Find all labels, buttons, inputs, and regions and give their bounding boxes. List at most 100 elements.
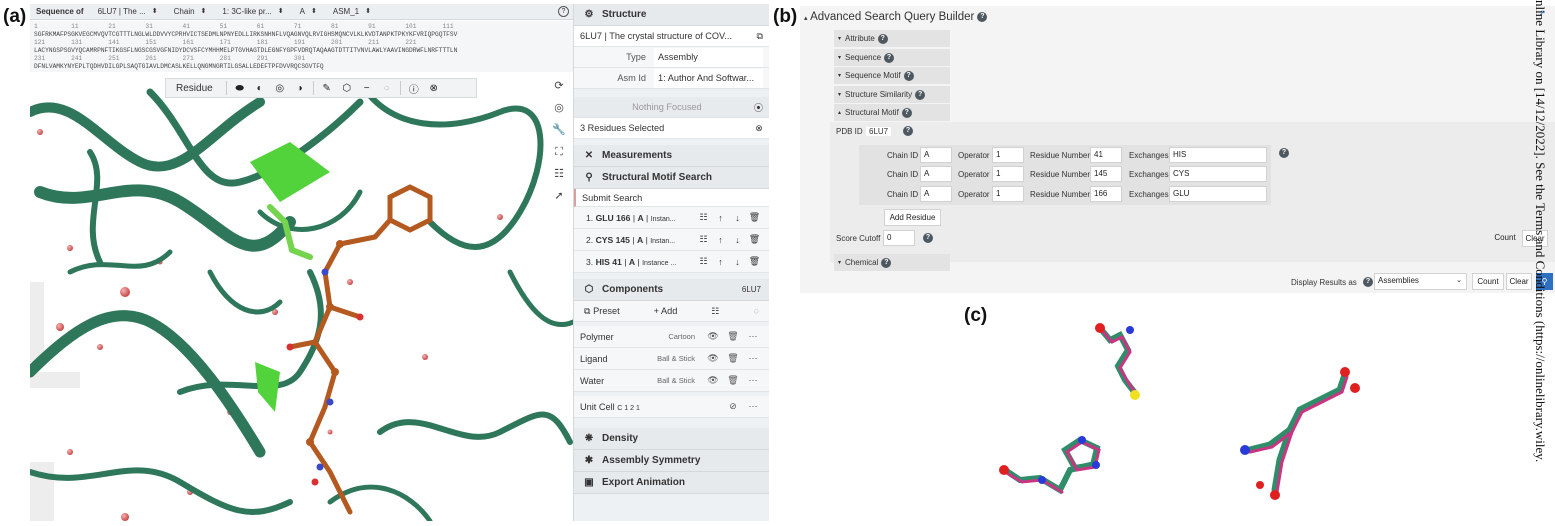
help-icon[interactable]: ? bbox=[923, 233, 933, 243]
section-attribute[interactable]: ▾ Attribute? bbox=[834, 30, 950, 47]
chain-id-input[interactable]: A bbox=[920, 166, 952, 182]
chain-mode-select[interactable]: Chain ⬍ bbox=[166, 7, 215, 16]
select-set-icon[interactable]: ◑ bbox=[290, 79, 310, 97]
section-sequence-motif[interactable]: ▾ Sequence Motif? bbox=[834, 67, 950, 84]
minus-icon[interactable]: − bbox=[357, 79, 377, 97]
brush-icon[interactable]: ✎ bbox=[317, 79, 337, 97]
eye-off-icon[interactable]: ⊘ bbox=[723, 401, 743, 412]
section-structural-motif[interactable]: ▴ Structural Motif? bbox=[834, 104, 950, 121]
help-icon[interactable]: ? bbox=[1363, 277, 1373, 287]
fullscreen-icon[interactable]: ⛶ bbox=[555, 144, 563, 160]
reset-camera-icon[interactable]: ⟳ bbox=[554, 78, 563, 94]
type-select[interactable]: Assembly bbox=[654, 47, 763, 67]
export-animation-header[interactable]: ▣ Export Animation bbox=[574, 472, 769, 494]
component-row[interactable]: Water Ball & Stick 👁 🗑 ⋯ bbox=[574, 370, 769, 392]
chain-select[interactable]: A ⬍ bbox=[292, 7, 325, 16]
copy-icon[interactable]: ⧉ bbox=[756, 31, 763, 42]
chain-id-input[interactable]: A bbox=[920, 147, 952, 163]
operator-input[interactable]: 1 bbox=[992, 147, 1024, 163]
chain-id-input[interactable]: A bbox=[920, 186, 952, 202]
motif-search-header[interactable]: ⚲ Structural Motif Search bbox=[574, 167, 769, 189]
arrow-up-icon[interactable]: ↑ bbox=[712, 257, 729, 267]
component-row[interactable]: Ligand Ball & Stick 👁 🗑 ⋯ bbox=[574, 348, 769, 370]
sliders-icon[interactable]: ☷ bbox=[695, 212, 712, 223]
sliders-icon[interactable]: ☷ bbox=[695, 234, 712, 245]
trash-icon[interactable]: 🗑 bbox=[723, 375, 743, 386]
assembly-symmetry-header[interactable]: ✱ Assembly Symmetry bbox=[574, 450, 769, 472]
trash-icon[interactable]: 🗑 bbox=[746, 212, 763, 223]
structure-header[interactable]: ⚙ Structure bbox=[574, 4, 769, 26]
help-icon[interactable]: ⓘ bbox=[404, 79, 424, 97]
sequence-panel[interactable]: 1 11 21 31 41 51 61 71 81 91 101 111 SGFR… bbox=[30, 21, 573, 73]
select-subtract-icon[interactable]: ◐ bbox=[250, 79, 270, 97]
trash-icon[interactable]: 🗑 bbox=[723, 353, 743, 364]
help-icon[interactable]: ? bbox=[903, 126, 913, 136]
component-row[interactable]: Polymer Cartoon 👁 🗑 ⋯ bbox=[574, 326, 769, 348]
help-icon[interactable]: ? bbox=[977, 11, 988, 22]
arrow-down-icon[interactable]: ↓ bbox=[729, 235, 746, 245]
add-residue-button[interactable]: Add Residue bbox=[884, 209, 941, 226]
clear-selection-icon[interactable]: ⊗ bbox=[755, 123, 763, 134]
arrow-down-icon[interactable]: ↓ bbox=[729, 213, 746, 223]
exchanges-input[interactable]: GLU bbox=[1169, 186, 1267, 202]
help-icon[interactable]: ? bbox=[1279, 148, 1289, 158]
eye-icon[interactable]: 👁 bbox=[703, 375, 723, 386]
score-cutoff-input[interactable]: 0 bbox=[883, 230, 915, 246]
motif-residue-row[interactable]: 3. HIS 41 | A | Instance ... ☷ ↑ ↓ 🗑 bbox=[574, 251, 769, 273]
entry-row[interactable]: 6LU7 | The crystal structure of COV... ⧉ bbox=[574, 26, 769, 47]
pdb-id-input[interactable]: 6LU7 bbox=[866, 127, 892, 136]
trash-icon[interactable]: 🗑 bbox=[746, 234, 763, 245]
focus-target-icon[interactable]: ◎ bbox=[554, 100, 564, 116]
assembly-select[interactable]: ASM_1 ⬍ bbox=[325, 7, 379, 16]
submit-search-button[interactable]: Submit Search bbox=[574, 189, 769, 207]
exchanges-input[interactable]: CYS bbox=[1169, 166, 1267, 182]
close-icon[interactable]: ⊗ bbox=[424, 79, 444, 97]
display-results-select[interactable]: Assemblies ⌄ bbox=[1374, 273, 1467, 290]
section-structure-similarity[interactable]: ▾ Structure Similarity? bbox=[834, 86, 950, 103]
unit-cell-row[interactable]: Unit Cell C 1 2 1 ⊘ ⋯ bbox=[574, 396, 769, 418]
3d-canvas[interactable] bbox=[30, 72, 573, 521]
settings-sliders-icon[interactable]: ☷ bbox=[554, 166, 564, 182]
motif-residue-row[interactable]: 2. CYS 145 | A | Instan... ☷ ↑ ↓ 🗑 bbox=[574, 229, 769, 251]
sliders-icon[interactable]: ☷ bbox=[711, 306, 719, 317]
residue-number-input[interactable]: 145 bbox=[1090, 166, 1122, 182]
arrow-down-icon[interactable]: ↓ bbox=[729, 257, 746, 267]
more-icon[interactable]: ⋯ bbox=[743, 375, 763, 386]
sequence-line-3[interactable]: DFNLVAMKYNYEPLTQDHVDILGPLSAQTGIAVLDMCASL… bbox=[34, 63, 569, 71]
motif-residue-row[interactable]: 1. GLU 166 | A | Instan... ☷ ↑ ↓ 🗑 bbox=[574, 207, 769, 229]
residue-number-input[interactable]: 166 bbox=[1090, 186, 1122, 202]
entity-select[interactable]: 1: 3C-like pr... ⬍ bbox=[214, 7, 291, 16]
help-icon[interactable]: ? bbox=[881, 257, 892, 268]
cursor-icon[interactable]: ➚ bbox=[554, 188, 563, 204]
select-intersect-icon[interactable]: ◎ bbox=[270, 79, 290, 97]
eye-icon[interactable]: 👁 bbox=[703, 353, 723, 364]
more-icon[interactable]: ⋯ bbox=[743, 353, 763, 364]
help-icon[interactable]: ? bbox=[884, 52, 895, 63]
sequence-help-icon[interactable]: ? bbox=[558, 6, 569, 17]
query-builder-title[interactable]: ▴ Advanced Search Query Builder? bbox=[804, 11, 988, 23]
select-union-icon[interactable]: ⬬ bbox=[230, 79, 250, 97]
operator-input[interactable]: 1 bbox=[992, 186, 1024, 202]
density-header[interactable]: ❋ Density bbox=[574, 428, 769, 450]
help-icon[interactable]: ? bbox=[903, 70, 914, 81]
sequence-line-2[interactable]: LACYNGSPSGVYQCAMRPNFTIKGSFLNGSCGSVGFNIDY… bbox=[34, 47, 569, 55]
help-icon[interactable]: ? bbox=[915, 89, 926, 100]
count-button[interactable]: Count bbox=[1472, 273, 1504, 290]
arrow-up-icon[interactable]: ↑ bbox=[712, 235, 729, 245]
more-icon[interactable]: ⋯ bbox=[743, 331, 763, 342]
help-icon[interactable]: ? bbox=[877, 33, 888, 44]
trash-icon[interactable]: 🗑 bbox=[746, 256, 763, 267]
section-chemical[interactable]: ▾ Chemical? bbox=[834, 254, 950, 271]
components-header[interactable]: ⬡ Components 6LU7 bbox=[574, 279, 769, 301]
entry-select[interactable]: 6LU7 | The ... ⬍ bbox=[90, 7, 166, 16]
focus-icon[interactable]: ⦿ bbox=[754, 100, 763, 114]
motif-count-button[interactable]: Count bbox=[1488, 230, 1522, 247]
operator-input[interactable]: 1 bbox=[992, 166, 1024, 182]
measurements-header[interactable]: ✕ Measurements bbox=[574, 145, 769, 167]
wrench-icon[interactable]: 🔧 bbox=[552, 122, 566, 138]
section-sequence[interactable]: ▾ Sequence? bbox=[834, 49, 950, 66]
help-icon[interactable]: ? bbox=[901, 107, 912, 118]
add-button[interactable]: + Add bbox=[654, 306, 678, 316]
cube-icon[interactable]: ⬡ bbox=[337, 79, 357, 97]
eye-icon[interactable]: 👁 bbox=[703, 331, 723, 342]
